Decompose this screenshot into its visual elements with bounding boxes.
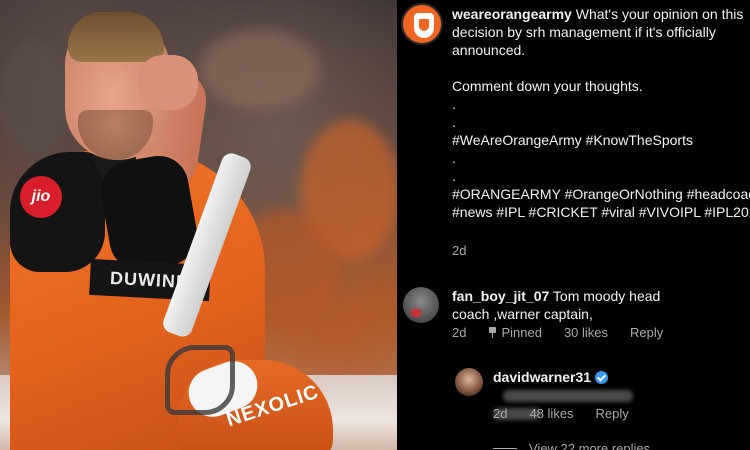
caption-text: decision by srh management if it's offic…	[452, 24, 716, 40]
player-hand	[138, 55, 198, 110]
post-caption: weareorangearmy What's your opinion on t…	[452, 5, 750, 221]
comment-body: Tom moody head	[552, 288, 661, 304]
orange-army-shield-icon	[414, 13, 434, 38]
reply-timestamp: 2d	[493, 406, 508, 421]
commenter-handle[interactable]: fan_boy_jit_07	[452, 288, 549, 304]
view-more-label[interactable]: View 22 more replies	[529, 441, 650, 450]
helmet-grill	[165, 345, 235, 415]
author-avatar[interactable]	[401, 3, 443, 45]
sponsor-jio-logo: jio	[20, 176, 62, 218]
reply-meta: 2d 48 likes Reply	[493, 406, 629, 421]
comment-meta: 2d Pinned 30 likes Reply	[452, 325, 663, 340]
caption-dot: .	[452, 150, 456, 166]
player-photo: jio DUWINK NEXOLIC	[0, 0, 397, 450]
comment-text: fan_boy_jit_07 Tom moody head coach ,war…	[452, 287, 742, 323]
divider	[493, 448, 517, 449]
caption-dot: .	[452, 168, 456, 184]
comment-body: coach ,warner captain,	[452, 306, 593, 322]
blurred-reply-text	[503, 390, 633, 403]
player-jersey-shoulder	[10, 152, 105, 272]
reply-button[interactable]: Reply	[630, 325, 663, 340]
caption-dot: .	[452, 96, 456, 112]
reply-avatar[interactable]	[455, 368, 483, 396]
post-timestamp: 2d	[452, 243, 467, 258]
caption-hashtags[interactable]: #WeAreOrangeArmy #KnowTheSports	[452, 131, 750, 149]
comment-timestamp: 2d	[452, 325, 467, 340]
verified-badge-icon	[595, 371, 609, 384]
pinned-indicator: Pinned	[488, 325, 542, 340]
caption-dot: .	[452, 114, 456, 130]
caption-text: announced.	[452, 42, 526, 58]
author-handle[interactable]: weareorangearmy	[452, 6, 572, 22]
caption-hashtags[interactable]: #ORANGEARMY #OrangeOrNothing #headcoach	[452, 185, 750, 203]
caption-text: Comment down your thoughts.	[452, 78, 643, 94]
reply-button[interactable]: Reply	[596, 406, 629, 421]
player-hair	[68, 12, 164, 62]
pin-icon	[488, 327, 497, 338]
pinned-label: Pinned	[501, 325, 542, 340]
reply-handle[interactable]: davidwarner31	[493, 369, 591, 385]
reply-likes[interactable]: 48 likes	[529, 406, 573, 421]
view-more-replies[interactable]: View 22 more replies	[493, 441, 650, 450]
instagram-comments-panel: weareorangearmy What's your opinion on t…	[397, 0, 750, 450]
caption-hashtags[interactable]: #news #IPL #CRICKET #viral #VIVOIPL #IPL…	[452, 203, 750, 221]
crowd-blur	[200, 30, 320, 110]
comment-likes[interactable]: 30 likes	[564, 325, 608, 340]
caption-text: What's your opinion on this	[575, 6, 744, 22]
commenter-avatar[interactable]	[403, 287, 439, 323]
crowd-blur	[0, 40, 70, 160]
